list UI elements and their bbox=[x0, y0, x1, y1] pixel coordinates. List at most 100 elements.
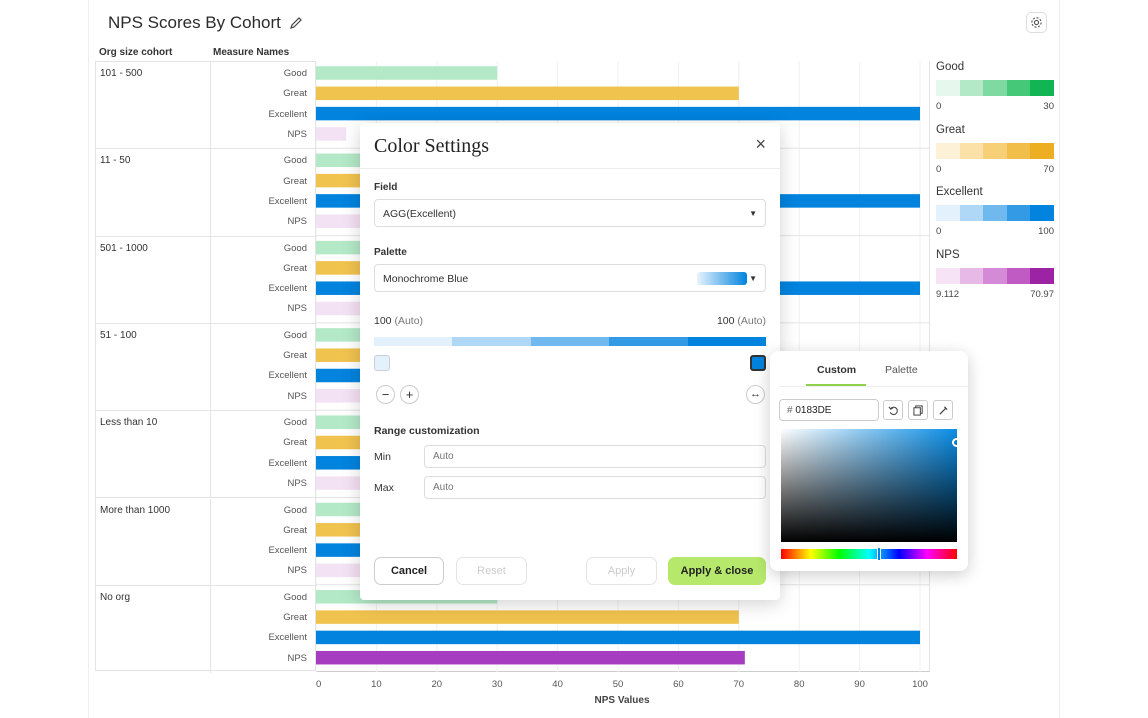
legend-gradient bbox=[936, 142, 1054, 159]
bar-good[interactable] bbox=[316, 66, 498, 80]
measure-label: Great bbox=[283, 350, 307, 362]
cohort-name: 501 - 1000 bbox=[100, 242, 148, 254]
cohort-row: Less than 10 Good Great Excellent NPS bbox=[96, 411, 317, 499]
min-label: Min bbox=[374, 451, 391, 463]
color-picker-popover: Custom Palette # 0183DE bbox=[770, 351, 968, 571]
palette-select[interactable]: Monochrome Blue ▼ bbox=[374, 264, 766, 292]
measure-label: NPS bbox=[287, 128, 307, 140]
apply-close-button[interactable]: Apply & close bbox=[668, 557, 766, 585]
max-label: Max bbox=[374, 482, 394, 494]
bar-nps[interactable] bbox=[316, 650, 745, 665]
legend-step bbox=[959, 80, 984, 96]
legend-max: 70.97 bbox=[1030, 288, 1054, 300]
legend-step bbox=[983, 205, 1007, 221]
cohort-row: 11 - 50 Good Great Excellent NPS bbox=[96, 149, 317, 237]
legend-max: 70 bbox=[1043, 163, 1054, 175]
legend-step bbox=[959, 267, 984, 284]
undo-button[interactable] bbox=[883, 400, 903, 420]
tab-palette[interactable]: Palette bbox=[885, 364, 918, 376]
range-step bbox=[374, 337, 453, 346]
field-select[interactable]: AGG(Excellent) ▼ bbox=[374, 199, 766, 227]
end-color-swatch[interactable] bbox=[750, 355, 766, 371]
sv-handle[interactable] bbox=[952, 438, 961, 447]
legend-step bbox=[1030, 267, 1054, 284]
palette-select-value: Monochrome Blue bbox=[383, 273, 469, 285]
hex-input[interactable]: # 0183DE bbox=[779, 399, 879, 421]
cancel-button[interactable]: Cancel bbox=[374, 557, 444, 585]
range-left-value: 100 (Auto) bbox=[374, 315, 423, 327]
bar-excellent[interactable] bbox=[316, 106, 920, 121]
measure-label: Great bbox=[283, 262, 307, 274]
bar-great[interactable] bbox=[316, 610, 739, 624]
measure-label: Good bbox=[283, 417, 307, 429]
range-left-number: 100 bbox=[374, 315, 392, 327]
measure-label: NPS bbox=[287, 216, 307, 228]
column-divider bbox=[210, 149, 211, 236]
x-tick-label: 90 bbox=[854, 679, 865, 690]
field-label: Field bbox=[374, 182, 398, 193]
measure-label: NPS bbox=[287, 390, 307, 402]
range-right-number: 100 bbox=[716, 315, 735, 327]
reverse-palette-button[interactable]: ↔ bbox=[746, 385, 765, 404]
cohort-name: 101 - 500 bbox=[100, 68, 143, 79]
reset-button[interactable]: Reset bbox=[456, 557, 527, 585]
saturation-value-area[interactable] bbox=[781, 429, 961, 542]
measure-label: Great bbox=[283, 524, 307, 536]
title-text: NPS Scores By Cohort bbox=[108, 13, 281, 32]
measure-label: Good bbox=[283, 504, 307, 516]
bar-nps[interactable] bbox=[316, 127, 347, 141]
range-step bbox=[530, 337, 610, 346]
x-tick-label: 30 bbox=[492, 679, 503, 690]
close-icon[interactable]: × bbox=[755, 134, 766, 155]
legend-step bbox=[1030, 205, 1054, 221]
range-customization-label: Range customization bbox=[374, 425, 480, 437]
remove-step-button[interactable]: − bbox=[376, 385, 395, 404]
cohort-row: 51 - 100 Good Great Excellent NPS bbox=[96, 323, 317, 412]
copy-button[interactable] bbox=[908, 400, 928, 420]
cohort-row: 501 - 1000 Good Great Excellent NPS bbox=[96, 236, 317, 324]
settings-gear-button[interactable] bbox=[1026, 12, 1047, 33]
minus-icon: − bbox=[381, 387, 390, 402]
pencil-icon[interactable] bbox=[289, 16, 303, 30]
start-color-swatch[interactable] bbox=[374, 355, 390, 371]
legend-step bbox=[959, 205, 984, 221]
measure-label: NPS bbox=[287, 652, 307, 664]
max-input[interactable] bbox=[424, 476, 766, 499]
x-tick-label: 60 bbox=[673, 679, 684, 690]
x-tick-label: 70 bbox=[734, 679, 745, 690]
divider bbox=[360, 168, 780, 169]
legend-max: 30 bbox=[1043, 101, 1054, 112]
legend-step bbox=[983, 267, 1007, 284]
apply-button[interactable]: Apply bbox=[586, 557, 657, 585]
bar-excellent[interactable] bbox=[316, 630, 920, 645]
legend-step bbox=[959, 142, 984, 159]
x-axis: 0 10 20 30 40 50 60 70 80 90 100 NPS Values bbox=[316, 679, 928, 706]
color-settings-dialog: Color Settings × Field AGG(Excellent) ▼ … bbox=[360, 123, 780, 600]
legend-gradient bbox=[936, 267, 1054, 284]
legend-min: 0 bbox=[936, 163, 942, 175]
bar-great[interactable] bbox=[316, 86, 739, 101]
cohort-name: Less than 10 bbox=[100, 417, 158, 429]
measure-label: Excellent bbox=[268, 370, 307, 382]
min-input[interactable] bbox=[424, 445, 766, 468]
hue-handle[interactable] bbox=[877, 547, 881, 561]
cohort-row: 101 - 500 Good Great Excellent NPS bbox=[96, 62, 317, 150]
eyedropper-icon bbox=[938, 405, 948, 415]
tab-custom[interactable]: Custom bbox=[817, 364, 856, 376]
legend-step bbox=[936, 205, 960, 221]
copy-icon bbox=[912, 404, 923, 416]
measure-label: Excellent bbox=[268, 457, 307, 469]
legend-gradient bbox=[936, 80, 1054, 96]
add-step-button[interactable]: + bbox=[400, 385, 419, 404]
hue-slider[interactable] bbox=[781, 547, 957, 561]
measure-label: Excellent bbox=[268, 545, 307, 557]
measure-label: NPS bbox=[287, 478, 307, 490]
eyedropper-button[interactable] bbox=[933, 400, 953, 420]
measure-label: Good bbox=[283, 329, 307, 341]
chevron-down-icon: ▼ bbox=[749, 274, 757, 283]
cohort-name: 51 - 100 bbox=[100, 329, 137, 341]
range-right-value: 100 (Auto) bbox=[717, 315, 766, 327]
col-header-cohort: Org size cohort bbox=[99, 47, 173, 58]
measure-label: Excellent bbox=[268, 195, 307, 207]
x-tick-label: 40 bbox=[552, 679, 563, 690]
